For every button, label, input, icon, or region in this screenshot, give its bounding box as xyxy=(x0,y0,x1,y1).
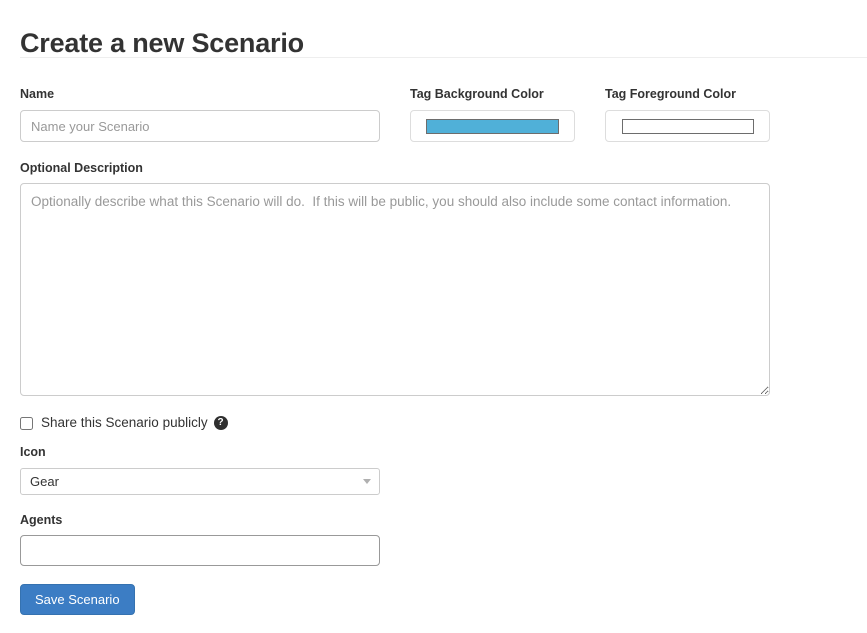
icon-label: Icon xyxy=(20,445,46,459)
share-publicly-row[interactable]: Share this Scenario publicly ? xyxy=(20,414,228,432)
optional-description-label: Optional Description xyxy=(20,161,143,175)
share-publicly-label: Share this Scenario publicly xyxy=(41,415,208,430)
name-label: Name xyxy=(20,87,55,101)
share-publicly-checkbox[interactable] xyxy=(20,416,33,430)
tag-foreground-color-label: Tag Foreground Color xyxy=(605,87,737,101)
icon-select[interactable]: Gear xyxy=(20,468,380,495)
agents-label: Agents xyxy=(20,513,63,527)
agents-input[interactable] xyxy=(20,535,380,566)
question-mark-circle-icon[interactable]: ? xyxy=(213,416,228,430)
tag-foreground-color-swatch xyxy=(621,118,754,134)
tag-foreground-color-picker[interactable] xyxy=(605,110,770,142)
tag-background-color-label: Tag Background Color xyxy=(410,87,544,101)
optional-description-textarea[interactable] xyxy=(20,183,770,396)
title-divider xyxy=(20,57,867,58)
tag-background-color-picker[interactable] xyxy=(410,110,575,142)
save-scenario-button[interactable]: Save Scenario xyxy=(20,584,135,615)
tag-background-color-swatch xyxy=(426,118,559,134)
create-scenario-page: Create a new Scenario Name Tag Backgroun… xyxy=(0,0,867,633)
name-input[interactable] xyxy=(20,110,380,142)
page-title: Create a new Scenario xyxy=(20,28,304,59)
